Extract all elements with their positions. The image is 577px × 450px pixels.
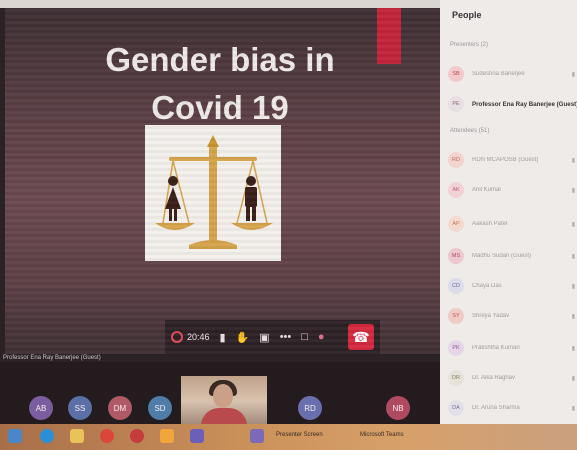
chat-icon[interactable]: ▮ — [220, 331, 226, 344]
person-avatar: DR — [448, 370, 464, 386]
people-panel: People Presenters (2) SB Sudeshna Banerj… — [440, 0, 577, 424]
people-list-item[interactable]: SB Sudeshna Banerjee ▮ — [448, 64, 577, 84]
raise-hand-icon[interactable]: ✋ — [236, 331, 250, 344]
video-person-face — [213, 384, 233, 408]
taskbar-item-teams[interactable]: Microsoft Teams — [360, 432, 404, 438]
microphone-icon: ▮ — [571, 375, 575, 382]
avatar-initials: DM — [113, 403, 127, 413]
person-avatar: PE — [448, 96, 464, 112]
task-view-icon[interactable] — [250, 429, 264, 443]
browser-icon[interactable] — [130, 429, 144, 443]
microphone-icon: ▮ — [571, 253, 575, 260]
people-list-item[interactable]: RD RDN MCAPOSB (Guest) ▮ — [448, 150, 577, 170]
search-icon[interactable] — [40, 429, 54, 443]
gender-balance-scale-icon — [145, 125, 281, 261]
participant-avatar[interactable]: SD — [148, 396, 172, 420]
participant-avatar[interactable]: AB — [29, 396, 53, 420]
person-avatar: AK — [448, 182, 464, 198]
person-avatar: MS — [448, 248, 464, 264]
taskbar-item-presenter[interactable]: Presenter Screen — [276, 432, 323, 438]
shared-screen-stage: Gender bias in Covid 19 20:46 ▮ ✋ ▣ ••• … — [5, 8, 440, 354]
person-avatar: DA — [448, 400, 464, 416]
person-name: Chaya Das — [472, 283, 502, 289]
person-name: RDN MCAPOSB (Guest) — [472, 157, 539, 163]
microphone-icon: ▮ — [571, 71, 575, 78]
participants-icon[interactable]: ● — [318, 331, 325, 343]
person-avatar: PK — [448, 340, 464, 356]
person-avatar: AP — [448, 216, 464, 232]
participant-avatar[interactable]: SS — [68, 396, 92, 420]
people-panel-title: People — [452, 10, 482, 20]
avatar-initials: AB — [35, 403, 47, 413]
person-name: Madhu Sudan (Guest) — [472, 253, 532, 259]
microphone-icon: ▮ — [571, 157, 575, 164]
slide-title: Gender bias in Covid 19 — [105, 41, 335, 126]
person-name: Pratishtha Kumari — [472, 345, 520, 351]
teams-icon[interactable] — [190, 429, 204, 443]
section-label-presenters: Presenters (2) — [450, 42, 489, 48]
person-name: Shreya Yadav — [472, 313, 510, 319]
slide-red-accent — [377, 8, 401, 64]
people-list-item[interactable]: DA Dr. Aruna Sharma ▮ — [448, 398, 577, 418]
avatar-initials: NB — [392, 403, 404, 413]
person-name: Professor Ena Ray Banerjee (Guest) — [472, 100, 577, 108]
participant-avatar[interactable]: DM — [108, 396, 132, 420]
person-name: Anil Kumar — [472, 187, 502, 193]
person-name: Sudeshna Banerjee — [472, 71, 525, 77]
person-avatar: CD — [448, 278, 464, 294]
start-icon[interactable] — [8, 429, 22, 443]
person-name: Dr. Aruna Sharma — [472, 405, 520, 411]
microphone-icon: ▮ — [571, 283, 575, 290]
person-name: Dr. Alka Raghav — [472, 375, 516, 381]
presenter-name-label: Professor Ena Ray Banerjee (Guest) — [3, 355, 101, 361]
participant-avatar[interactable]: NB — [386, 396, 410, 420]
more-icon[interactable]: ••• — [280, 331, 292, 343]
windows-taskbar: Presenter Screen Microsoft Teams — [0, 424, 577, 450]
avatar-initials: RD — [304, 403, 316, 413]
file-explorer-icon[interactable] — [70, 429, 84, 443]
people-list-item[interactable]: SY Shreya Yadav ▮ — [448, 306, 577, 326]
meeting-timer: 20:46 — [187, 332, 210, 342]
chrome-icon[interactable] — [100, 429, 114, 443]
people-list-item[interactable]: MS Madhu Sudan (Guest) ▮ — [448, 246, 577, 266]
record-icon[interactable]: 20:46 — [171, 331, 210, 343]
share-icon[interactable]: ▣ — [259, 331, 269, 344]
person-avatar: SY — [448, 308, 464, 324]
participant-avatar[interactable]: RD — [298, 396, 322, 420]
section-label-attendees: Attendees (51) — [450, 128, 490, 134]
microphone-icon: ▮ — [571, 221, 575, 228]
people-list-item[interactable]: AK Anil Kumar ▮ — [448, 180, 577, 200]
avatar-initials: SD — [154, 403, 166, 413]
people-list-item[interactable]: CD Chaya Das ▮ — [448, 276, 577, 296]
app-icon[interactable] — [160, 429, 174, 443]
microphone-icon: ▮ — [571, 345, 575, 352]
person-name: Aakash Patel — [472, 221, 508, 227]
meeting-toolbar: 20:46 ▮ ✋ ▣ ••• □ ● ☎ — [165, 320, 380, 354]
people-list-item[interactable]: PK Pratishtha Kumari ▮ — [448, 338, 577, 358]
person-avatar: RD — [448, 152, 464, 168]
person-avatar: SB — [448, 66, 464, 82]
microphone-icon: ▮ — [571, 405, 575, 412]
avatar-initials: SS — [74, 403, 86, 413]
microphone-icon: ▮ — [571, 187, 575, 194]
people-list-item[interactable]: AP Aakash Patel ▮ — [448, 214, 577, 234]
microphone-icon: ▮ — [571, 313, 575, 320]
people-list-item[interactable]: DR Dr. Alka Raghav ▮ — [448, 368, 577, 388]
device-icon[interactable]: □ — [301, 331, 308, 343]
end-call-icon[interactable]: ☎ — [348, 324, 374, 350]
people-list-item[interactable]: PE Professor Ena Ray Banerjee (Guest) — [448, 94, 577, 114]
